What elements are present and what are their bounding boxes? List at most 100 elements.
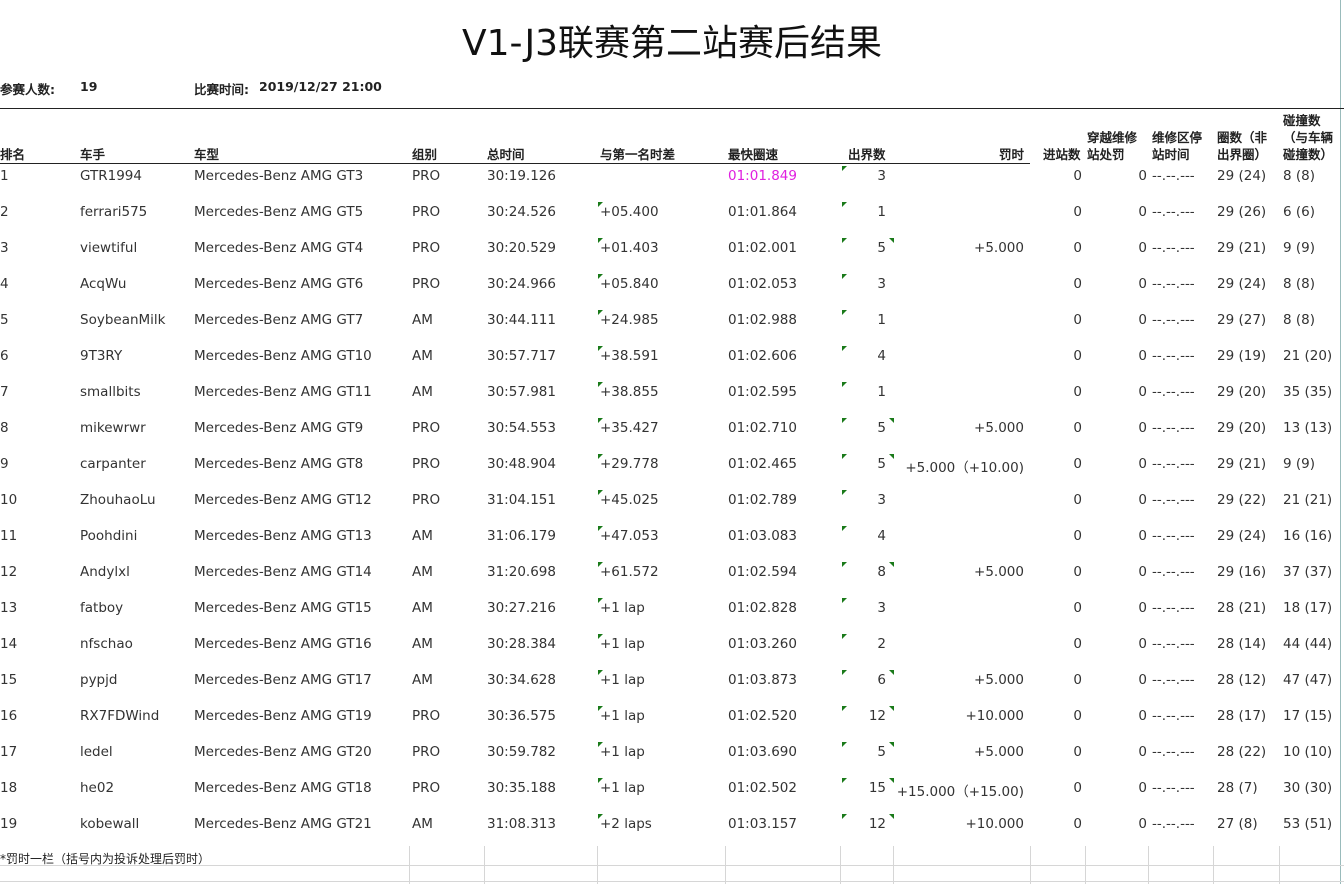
cell-comment-marker <box>842 418 847 423</box>
best-lap-cell: 01:02.001 <box>728 240 797 256</box>
driver-cell: RX7FDWind <box>80 708 160 724</box>
driver-cell: viewtiful <box>80 240 138 256</box>
gap-cell: +61.572 <box>600 564 659 580</box>
total-time-cell: 30:20.529 <box>487 240 556 256</box>
pit-stop-cell: --.--.--- <box>1152 564 1195 580</box>
collisions-cell: 10 (10) <box>1283 744 1333 760</box>
pit-cross-cell: 0 <box>1138 708 1147 724</box>
rank-cell: 15 <box>0 672 18 688</box>
driver-cell: mikewrwr <box>80 420 146 436</box>
penalty-cell: +5.000 <box>974 744 1024 760</box>
car-cell: Mercedes-Benz AMG GT15 <box>194 600 372 616</box>
pit-stop-cell: --.--.--- <box>1152 708 1195 724</box>
best-lap-cell: 01:02.520 <box>728 708 797 724</box>
group-cell: AM <box>412 636 433 652</box>
table-row: 9 carpanter Mercedes-Benz AMG GT8 PRO 30:48.… <box>0 454 1344 490</box>
table-row: 6 9T3RY Mercedes-Benz AMG GT10 AM 30:57.717 +… <box>0 346 1344 382</box>
cell-comment-marker <box>598 562 603 567</box>
pit-cross-cell: 0 <box>1138 492 1147 508</box>
cell-comment-marker <box>842 310 847 315</box>
car-cell: Mercedes-Benz AMG GT9 <box>194 420 364 436</box>
total-time-cell: 30:34.628 <box>487 672 556 688</box>
pit-stop-cell: --.--.--- <box>1152 636 1195 652</box>
cell-comment-marker <box>842 202 847 207</box>
cell-comment-marker <box>842 778 847 783</box>
pit-in-cell: 0 <box>1073 564 1082 580</box>
pit-in-cell: 0 <box>1073 816 1082 832</box>
car-cell: Mercedes-Benz AMG GT7 <box>194 312 364 328</box>
laps-cell: 29 (16) <box>1217 564 1267 580</box>
driver-cell: GTR1994 <box>80 168 142 184</box>
laps-cell: 28 (12) <box>1217 672 1267 688</box>
pit-stop-cell: --.--.--- <box>1152 528 1195 544</box>
pit-cross-cell: 0 <box>1138 456 1147 472</box>
pit-cross-cell: 0 <box>1138 420 1147 436</box>
collisions-cell: 30 (30) <box>1283 780 1333 796</box>
total-time-cell: 30:36.575 <box>487 708 556 724</box>
gap-cell: +05.840 <box>600 276 659 292</box>
total-time-cell: 30:57.717 <box>487 348 556 364</box>
pit-in-cell: 0 <box>1073 276 1082 292</box>
collisions-cell: 21 (21) <box>1283 492 1333 508</box>
total-time-cell: 31:04.151 <box>487 492 556 508</box>
cell-comment-marker <box>842 814 847 819</box>
pit-in-cell: 0 <box>1073 672 1082 688</box>
gap-cell: +1 lap <box>600 744 645 760</box>
group-cell: AM <box>412 384 433 400</box>
laps-cell: 28 (7) <box>1217 780 1258 796</box>
cell-comment-marker <box>598 742 603 747</box>
driver-cell: pypjd <box>80 672 118 688</box>
laps-cell: 28 (17) <box>1217 708 1267 724</box>
group-cell: AM <box>412 564 433 580</box>
table-row: 2 ferrari575 Mercedes-Benz AMG GT5 PRO 30:24… <box>0 202 1344 238</box>
total-time-cell: 30:44.111 <box>487 312 556 328</box>
pit-stop-cell: --.--.--- <box>1152 456 1195 472</box>
best-lap-cell: 01:03.873 <box>728 672 797 688</box>
total-time-cell: 31:08.313 <box>487 816 556 832</box>
laps-cell: 29 (24) <box>1217 168 1267 184</box>
cell-comment-marker <box>889 454 894 464</box>
collisions-cell: 9 (9) <box>1283 456 1316 472</box>
table-row: 3 viewtiful Mercedes-Benz AMG GT4 PRO 30:20.… <box>0 238 1344 274</box>
pit-in-cell: 0 <box>1073 780 1082 796</box>
pit-stop-cell: --.--.--- <box>1152 312 1195 328</box>
pit-stop-cell: --.--.--- <box>1152 348 1195 364</box>
best-lap-cell: 01:02.053 <box>728 276 797 292</box>
rank-cell: 5 <box>0 312 9 328</box>
car-cell: Mercedes-Benz AMG GT10 <box>194 348 372 364</box>
group-cell: PRO <box>412 492 441 508</box>
cell-comment-marker <box>598 310 603 315</box>
collisions-cell: 17 (15) <box>1283 708 1333 724</box>
cell-comment-marker <box>598 454 603 459</box>
car-cell: Mercedes-Benz AMG GT21 <box>194 816 372 832</box>
total-time-cell: 30:57.981 <box>487 384 556 400</box>
gap-cell: +29.778 <box>600 456 659 472</box>
laps-cell: 29 (24) <box>1217 528 1267 544</box>
driver-cell: ledel <box>80 744 113 760</box>
car-cell: Mercedes-Benz AMG GT3 <box>194 168 364 184</box>
pit-in-cell: 0 <box>1073 168 1082 184</box>
cell-comment-marker <box>842 454 847 459</box>
pit-cross-cell: 0 <box>1138 780 1147 796</box>
gap-cell: +1 lap <box>600 672 645 688</box>
car-cell: Mercedes-Benz AMG GT4 <box>194 240 364 256</box>
cell-comment-marker <box>842 166 847 171</box>
laps-cell: 29 (20) <box>1217 420 1267 436</box>
cell-comment-marker <box>889 778 894 788</box>
pit-cross-cell: 0 <box>1138 528 1147 544</box>
rank-cell: 14 <box>0 636 18 652</box>
pit-in-cell: 0 <box>1073 528 1082 544</box>
laps-cell: 28 (21) <box>1217 600 1267 616</box>
cell-comment-marker <box>842 382 847 387</box>
rank-cell: 12 <box>0 564 18 580</box>
total-time-cell: 30:35.188 <box>487 780 556 796</box>
header-car: 车型 <box>194 147 220 162</box>
car-cell: Mercedes-Benz AMG GT18 <box>194 780 372 796</box>
driver-cell: SoybeanMilk <box>80 312 166 328</box>
pit-cross-cell: 0 <box>1138 384 1147 400</box>
table-row: 13 fatboy Mercedes-Benz AMG GT15 AM 30:27.21… <box>0 598 1344 634</box>
laps-cell: 29 (21) <box>1217 456 1267 472</box>
group-cell: AM <box>412 528 433 544</box>
header-pit-stop-time: 维修区停站时间 <box>1152 130 1203 162</box>
penalty-cell: +5.000（+10.00) <box>905 460 1024 476</box>
